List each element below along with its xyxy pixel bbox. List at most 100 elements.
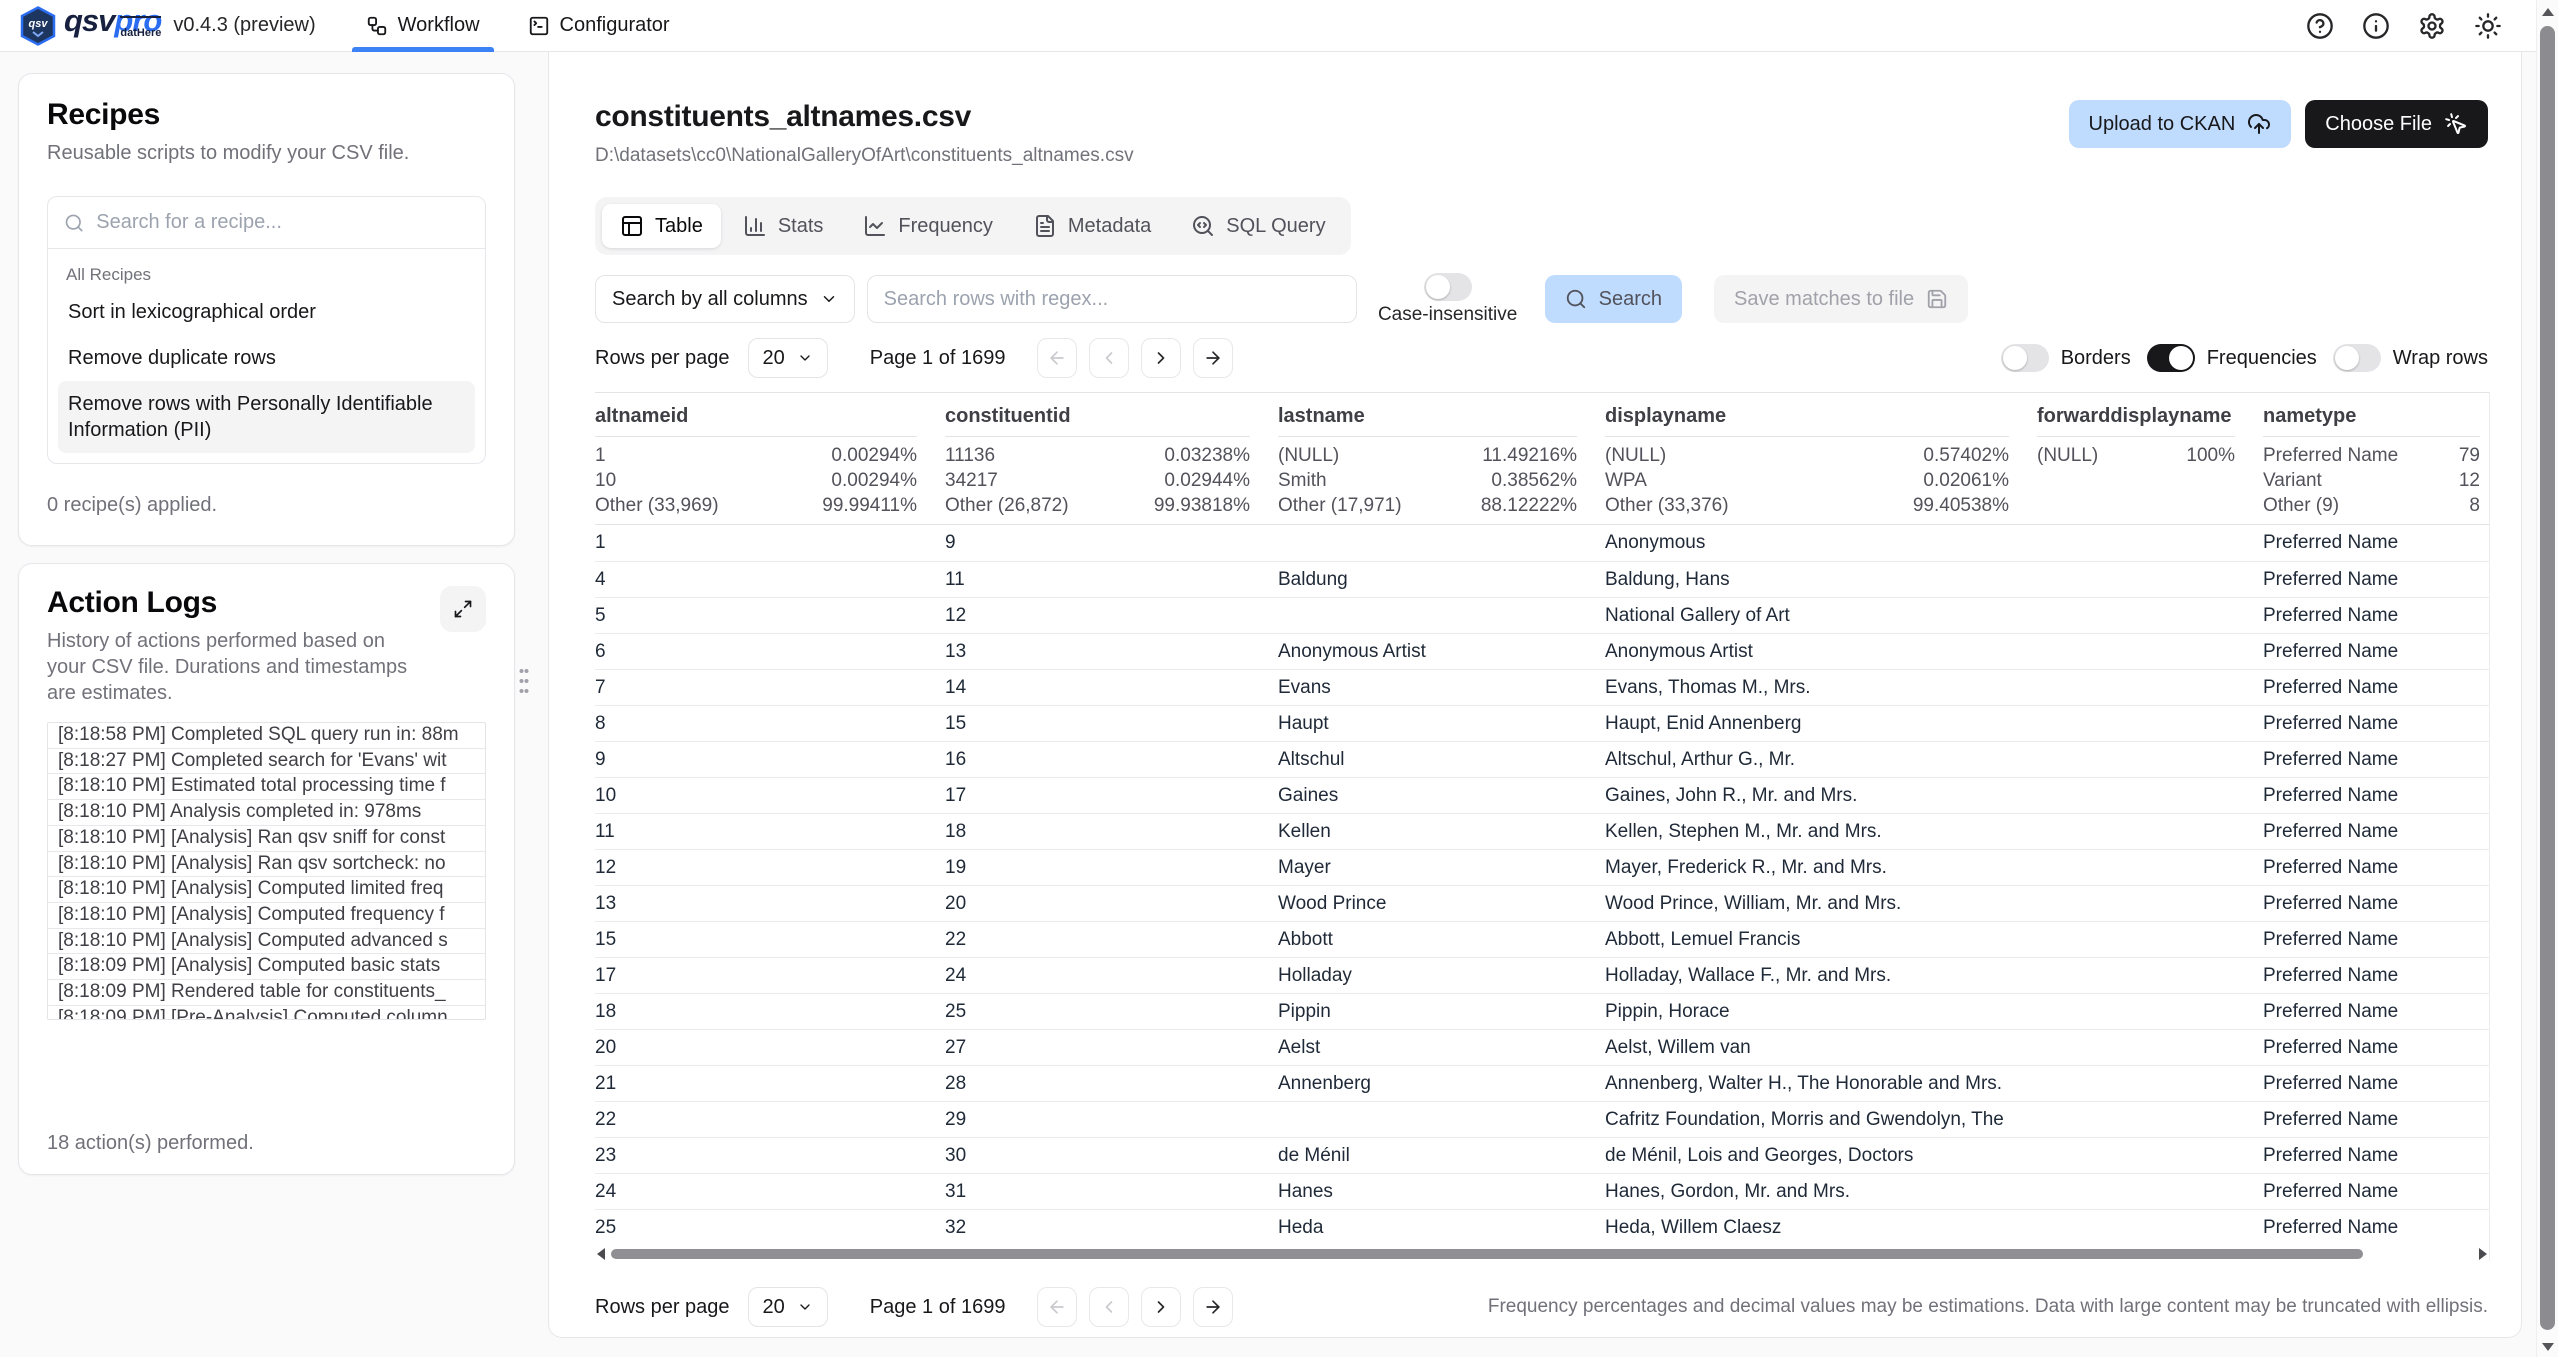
table-cell: 24 <box>595 1181 945 1203</box>
recipe-item[interactable]: Remove duplicate rows <box>58 335 475 381</box>
panel-resize-handle[interactable] <box>517 664 531 698</box>
search-icon <box>64 212 84 234</box>
expand-logs-button[interactable] <box>440 586 486 632</box>
recipe-item[interactable]: Sort in lexicographical order <box>58 289 475 335</box>
info-icon[interactable] <box>2362 12 2390 40</box>
qsv-hexagon-logo-icon: qsv <box>20 6 56 46</box>
table-cell: Wood Prince, William, Mr. and Mrs. <box>1605 893 2037 915</box>
table-row: 1219MayerMayer, Frederick R., Mr. and Mr… <box>595 849 2490 885</box>
table-cell: Annenberg, Walter H., The Honorable and … <box>1605 1073 2037 1095</box>
table-cell: 22 <box>595 1109 945 1131</box>
table-cell: Preferred Name <box>2263 1181 2490 1203</box>
scroll-down-arrow-icon[interactable] <box>2542 1343 2554 1351</box>
help-icon[interactable] <box>2306 12 2334 40</box>
line-chart-icon <box>863 214 887 238</box>
regex-search-input[interactable] <box>867 275 1357 323</box>
table-cell: Wood Prince <box>1278 893 1605 915</box>
settings-icon[interactable] <box>2418 12 2446 40</box>
search-button[interactable]: Search <box>1545 275 1682 323</box>
table-icon <box>620 214 644 238</box>
column-header-nametype: nametypePreferred Name79Variant12Other (… <box>2263 393 2490 524</box>
save-matches-button[interactable]: Save matches to file <box>1714 275 1968 323</box>
table-row: 1522AbbottAbbott, Lemuel FrancisPreferre… <box>595 921 2490 957</box>
table-cell: 15 <box>595 929 945 951</box>
scroll-up-arrow-icon[interactable] <box>2542 8 2554 16</box>
frequency-row: 342170.02944% <box>945 468 1250 493</box>
frequencies-toggle[interactable] <box>2147 344 2195 372</box>
chevron-right-icon <box>1151 1297 1171 1317</box>
chevron-left-icon <box>1099 348 1119 368</box>
log-entry: [8:18:10 PM] Analysis completed in: 978m… <box>48 800 485 826</box>
table-cell: Kellen, Stephen M., Mr. and Mrs. <box>1605 821 2037 843</box>
table-cell: 12 <box>595 857 945 879</box>
log-list[interactable]: [8:18:58 PM] Completed SQL query run in:… <box>47 722 486 1020</box>
last-page-button[interactable] <box>1193 1287 1233 1327</box>
tab-frequency[interactable]: Frequency <box>845 204 1011 248</box>
file-text-icon <box>1033 214 1057 238</box>
tab-metadata[interactable]: Metadata <box>1015 204 1169 248</box>
table-cell: Preferred Name <box>2263 749 2490 771</box>
upload-to-ckan-button[interactable]: Upload to CKAN <box>2069 100 2292 148</box>
rows-per-page-select[interactable]: 20 <box>748 1287 828 1327</box>
table-cell: 12 <box>945 605 1278 627</box>
column-header-constituentid: constituentid111360.03238%342170.02944%O… <box>945 393 1278 524</box>
table-cell: Pippin <box>1278 1001 1605 1023</box>
rows-per-page-label: Rows per page <box>595 347 730 370</box>
tab-configurator[interactable]: Configurator <box>504 0 694 52</box>
top-bar: qsv qsvpro datHere v0.4.3 (preview) Work… <box>0 0 2536 52</box>
table-cell: 20 <box>595 1037 945 1059</box>
next-page-button[interactable] <box>1141 1287 1181 1327</box>
scroll-right-arrow-icon[interactable] <box>2479 1248 2487 1260</box>
next-page-button[interactable] <box>1141 338 1181 378</box>
case-insensitive-group: Case-insensitive <box>1373 273 1523 326</box>
log-entry: [8:18:10 PM] [Analysis] Computed frequen… <box>48 903 485 929</box>
table-cell: 23 <box>595 1145 945 1167</box>
rows-per-page-select[interactable]: 20 <box>748 338 828 378</box>
theme-sun-icon[interactable] <box>2474 12 2502 40</box>
borders-toggle[interactable] <box>2001 344 2049 372</box>
table-row: 916AltschulAltschul, Arthur G., Mr.Prefe… <box>595 741 2490 777</box>
table-cell: Preferred Name <box>2263 965 2490 987</box>
terminal-icon <box>528 15 550 37</box>
tab-sql-query[interactable]: SQL Query <box>1173 204 1343 248</box>
frequency-row: (NULL)11.49216% <box>1278 443 1577 468</box>
save-icon <box>1926 288 1948 310</box>
table-cell: 18 <box>595 1001 945 1023</box>
upload-to-ckan-label: Upload to CKAN <box>2089 113 2236 136</box>
recipe-item[interactable]: Remove rows with Personally Identifiable… <box>58 381 475 453</box>
column-header-altnameid: altnameid10.00294%100.00294%Other (33,96… <box>595 393 945 524</box>
vertical-scrollbar-thumb[interactable] <box>2540 26 2555 1330</box>
wrap-rows-toggle-label: Wrap rows <box>2393 347 2488 370</box>
table-cell: 29 <box>945 1109 1278 1131</box>
case-insensitive-toggle[interactable] <box>1424 273 1472 301</box>
vertical-scrollbar[interactable] <box>2536 0 2558 1357</box>
file-title: constituents_altnames.csv <box>595 100 1134 134</box>
search-column-select[interactable]: Search by all columns <box>595 275 855 323</box>
horizontal-scrollbar[interactable] <box>595 1247 2489 1261</box>
tab-table[interactable]: Table <box>602 204 721 248</box>
tab-workflow[interactable]: Workflow <box>342 0 504 52</box>
last-page-button[interactable] <box>1193 338 1233 378</box>
first-page-button[interactable] <box>1037 338 1077 378</box>
prev-page-button[interactable] <box>1089 338 1129 378</box>
scroll-left-arrow-icon[interactable] <box>597 1248 605 1260</box>
table-cell: 15 <box>945 713 1278 735</box>
recipe-search-row <box>48 197 485 249</box>
choose-file-button[interactable]: Choose File <box>2305 100 2488 148</box>
table-cell: 5 <box>595 605 945 627</box>
cloud-upload-icon <box>2247 112 2271 136</box>
workflow-icon <box>366 15 388 37</box>
table-cell: 30 <box>945 1145 1278 1167</box>
table-cell: Aelst <box>1278 1037 1605 1059</box>
first-page-button[interactable] <box>1037 1287 1077 1327</box>
tab-stats[interactable]: Stats <box>725 204 842 248</box>
recipe-search-input[interactable] <box>96 211 469 234</box>
file-path: D:\datasets\cc0\NationalGalleryOfArt\con… <box>595 145 1134 167</box>
chevron-down-icon <box>797 1299 813 1315</box>
prev-page-button[interactable] <box>1089 1287 1129 1327</box>
horizontal-scrollbar-thumb[interactable] <box>611 1249 2363 1259</box>
table-cell: Heda <box>1278 1217 1605 1239</box>
svg-text:qsv: qsv <box>29 18 49 30</box>
table-cell: Kellen <box>1278 821 1605 843</box>
wrap-rows-toggle[interactable] <box>2333 344 2381 372</box>
